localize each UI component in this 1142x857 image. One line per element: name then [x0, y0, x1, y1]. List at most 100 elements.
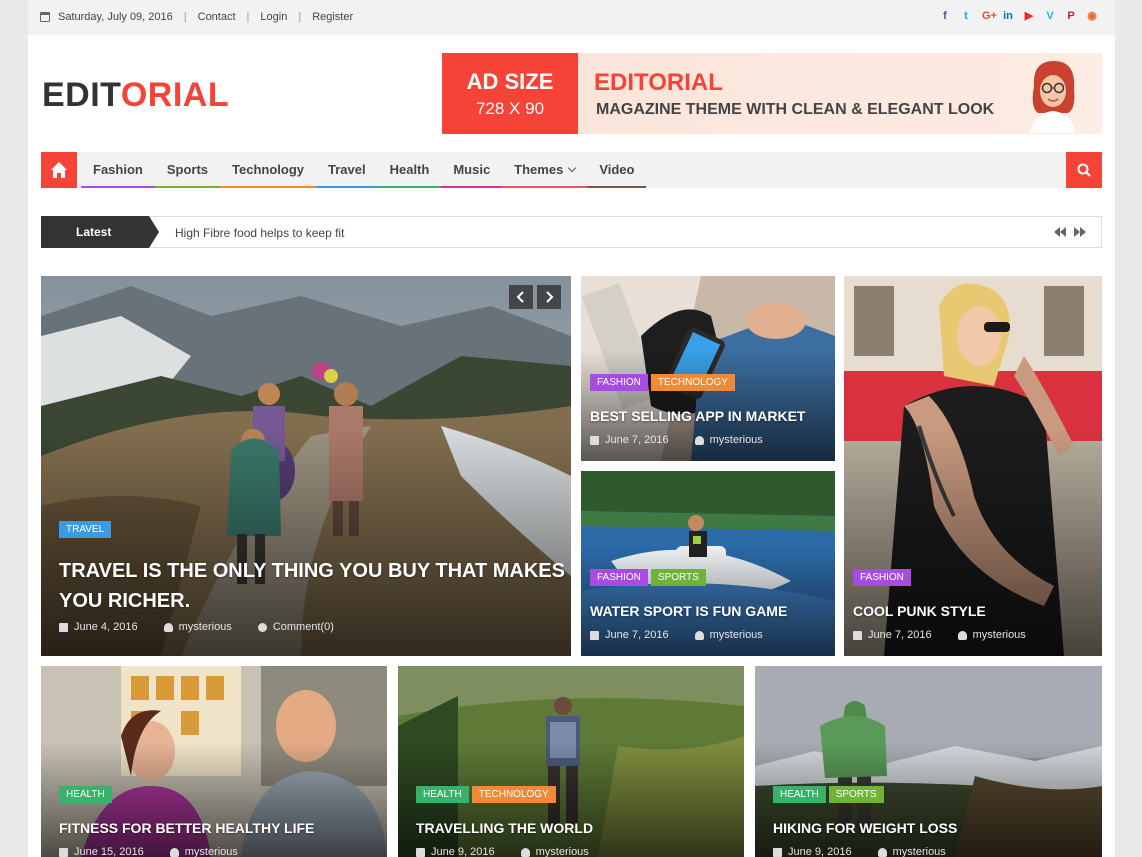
ticker-label: Latest — [41, 216, 149, 248]
post-title[interactable]: COOL PUNK STYLE — [853, 603, 986, 619]
user-icon — [694, 435, 704, 445]
category-tag[interactable]: TECHNOLOGY — [471, 786, 556, 803]
post-card[interactable]: FASHION TECHNOLOGY BEST SELLING APP IN MA… — [581, 276, 835, 461]
login-link[interactable]: Login — [260, 11, 287, 23]
post-card[interactable]: FASHION COOL PUNK STYLE June 7, 2016 mys… — [844, 276, 1102, 656]
pinterest-icon[interactable]: P — [1066, 10, 1076, 22]
user-icon — [957, 630, 967, 640]
post-card[interactable]: HEALTH SPORTS HIKING FOR WEIGHT LOSS June… — [755, 666, 1102, 857]
post-title[interactable]: TRAVELLING THE WORLD — [416, 820, 593, 836]
post-author[interactable]: mysterious — [710, 629, 763, 641]
ad-size-title: AD SIZE — [466, 69, 554, 94]
post-author[interactable]: mysterious — [185, 846, 238, 857]
calendar-icon — [590, 435, 599, 445]
category-tag[interactable]: SPORTS — [650, 569, 706, 586]
featured-post[interactable]: TRAVEL TRAVEL IS THE ONLY THING YOU BUY … — [41, 276, 571, 656]
chevron-right-icon — [546, 291, 554, 303]
post-card[interactable]: HEALTH TECHNOLOGY TRAVELLING THE WORLD Ju… — [398, 666, 744, 857]
ad-headline: EDITORIAL — [594, 69, 723, 96]
calendar-icon — [590, 630, 599, 640]
ad-subline: MAGAZINE THEME WITH CLEAN & ELEGANT LOOK — [596, 101, 995, 118]
latest-ticker: Latest High Fibre food helps to keep fit — [41, 216, 1102, 248]
post-date: June 9, 2016 — [431, 846, 495, 857]
post-date: June 7, 2016 — [605, 629, 669, 641]
user-icon — [877, 847, 887, 857]
post-author[interactable]: mysterious — [536, 846, 589, 857]
nav-item-technology[interactable]: Technology — [220, 152, 316, 188]
vimeo-icon[interactable]: V — [1045, 10, 1055, 22]
category-tag[interactable]: FASHION — [853, 569, 911, 586]
post-date: June 7, 2016 — [868, 629, 932, 641]
ticker-next-icon[interactable] — [1073, 226, 1087, 238]
calendar-icon — [416, 847, 425, 857]
ticker-prev-icon[interactable] — [1053, 226, 1067, 238]
user-icon — [520, 847, 530, 857]
post-card[interactable]: FASHION SPORTS WATER SPORT IS FUN GAME Ju… — [581, 471, 835, 656]
nav-item-label: Music — [453, 162, 491, 177]
ticker-headline[interactable]: High Fibre food helps to keep fit — [175, 226, 344, 240]
nav-item-label: Health — [389, 162, 430, 177]
nav-item-label: Sports — [166, 162, 209, 177]
search-icon — [1077, 163, 1091, 177]
category-tag[interactable]: FASHION — [590, 374, 648, 391]
category-tag[interactable]: HEALTH — [59, 786, 112, 803]
nav-item-label: Video — [599, 162, 635, 177]
nav-item-sports[interactable]: Sports — [154, 152, 221, 188]
post-author[interactable]: mysterious — [973, 629, 1026, 641]
user-icon — [163, 622, 173, 632]
chevron-down-icon — [568, 163, 577, 173]
calendar-icon — [59, 847, 68, 857]
post-comments[interactable]: Comment(0) — [273, 621, 334, 633]
ad-size-dims: 728 X 90 — [475, 99, 545, 118]
search-button[interactable] — [1066, 152, 1102, 188]
category-tag[interactable]: TECHNOLOGY — [650, 374, 735, 391]
nav-item-video[interactable]: Video — [587, 152, 647, 188]
nav-item-fashion[interactable]: Fashion — [81, 152, 155, 188]
nav-item-themes[interactable]: Themes — [502, 152, 588, 188]
twitter-icon[interactable]: t — [961, 10, 971, 22]
ad-banner[interactable]: AD SIZE 728 X 90 EDITORIAL MAGAZINE THEM… — [442, 53, 1102, 134]
category-tag[interactable]: TRAVEL — [59, 521, 112, 538]
post-title[interactable]: BEST SELLING APP IN MARKET — [590, 408, 805, 424]
ad-model-image — [1030, 61, 1076, 133]
category-tag[interactable]: HEALTH — [773, 786, 826, 803]
calendar-icon — [59, 622, 68, 632]
post-title[interactable]: WATER SPORT IS FUN GAME — [590, 603, 787, 619]
nav-item-music[interactable]: Music — [441, 152, 503, 188]
site-logo[interactable]: EDITORIAL — [42, 76, 229, 115]
comment-icon — [257, 622, 267, 632]
nav-item-label: Themes — [514, 162, 564, 177]
slider-next-button[interactable] — [537, 285, 561, 309]
post-title[interactable]: HIKING FOR WEIGHT LOSS — [773, 820, 957, 836]
post-author[interactable]: mysterious — [710, 434, 763, 446]
user-icon — [169, 847, 179, 857]
post-author[interactable]: mysterious — [893, 846, 946, 857]
post-date: June 15, 2016 — [74, 846, 144, 857]
register-link[interactable]: Register — [312, 11, 353, 23]
category-tag[interactable]: SPORTS — [828, 786, 884, 803]
nav-item-travel[interactable]: Travel — [316, 152, 378, 188]
featured-title[interactable]: TRAVEL IS THE ONLY THING YOU BUY THAT MA… — [59, 556, 565, 616]
main-nav: Fashion Sports Technology Travel Health Music… — [41, 152, 1102, 188]
home-icon — [51, 162, 67, 178]
facebook-icon[interactable]: f — [940, 10, 950, 22]
social-links: f t G+ in ▶ V P ◉ — [940, 10, 1097, 22]
nav-item-health[interactable]: Health — [377, 152, 442, 188]
home-button[interactable] — [41, 152, 77, 188]
post-date: June 4, 2016 — [74, 621, 138, 633]
linkedin-icon[interactable]: in — [1003, 10, 1013, 22]
chevron-left-icon — [516, 291, 524, 303]
nav-item-label: Fashion — [93, 162, 143, 177]
slider-prev-button[interactable] — [509, 285, 533, 309]
google-plus-icon[interactable]: G+ — [982, 10, 997, 22]
post-card[interactable]: HEALTH FITNESS FOR BETTER HEALTHY LIFE J… — [41, 666, 387, 857]
youtube-icon[interactable]: ▶ — [1024, 10, 1034, 22]
contact-link[interactable]: Contact — [198, 11, 236, 23]
rss-icon[interactable]: ◉ — [1087, 10, 1097, 22]
calendar-icon — [853, 630, 862, 640]
post-author[interactable]: mysterious — [179, 621, 232, 633]
post-title[interactable]: FITNESS FOR BETTER HEALTHY LIFE — [59, 820, 314, 836]
category-tag[interactable]: HEALTH — [416, 786, 469, 803]
category-tag[interactable]: FASHION — [590, 569, 648, 586]
current-date: Saturday, July 09, 2016 — [58, 11, 173, 23]
